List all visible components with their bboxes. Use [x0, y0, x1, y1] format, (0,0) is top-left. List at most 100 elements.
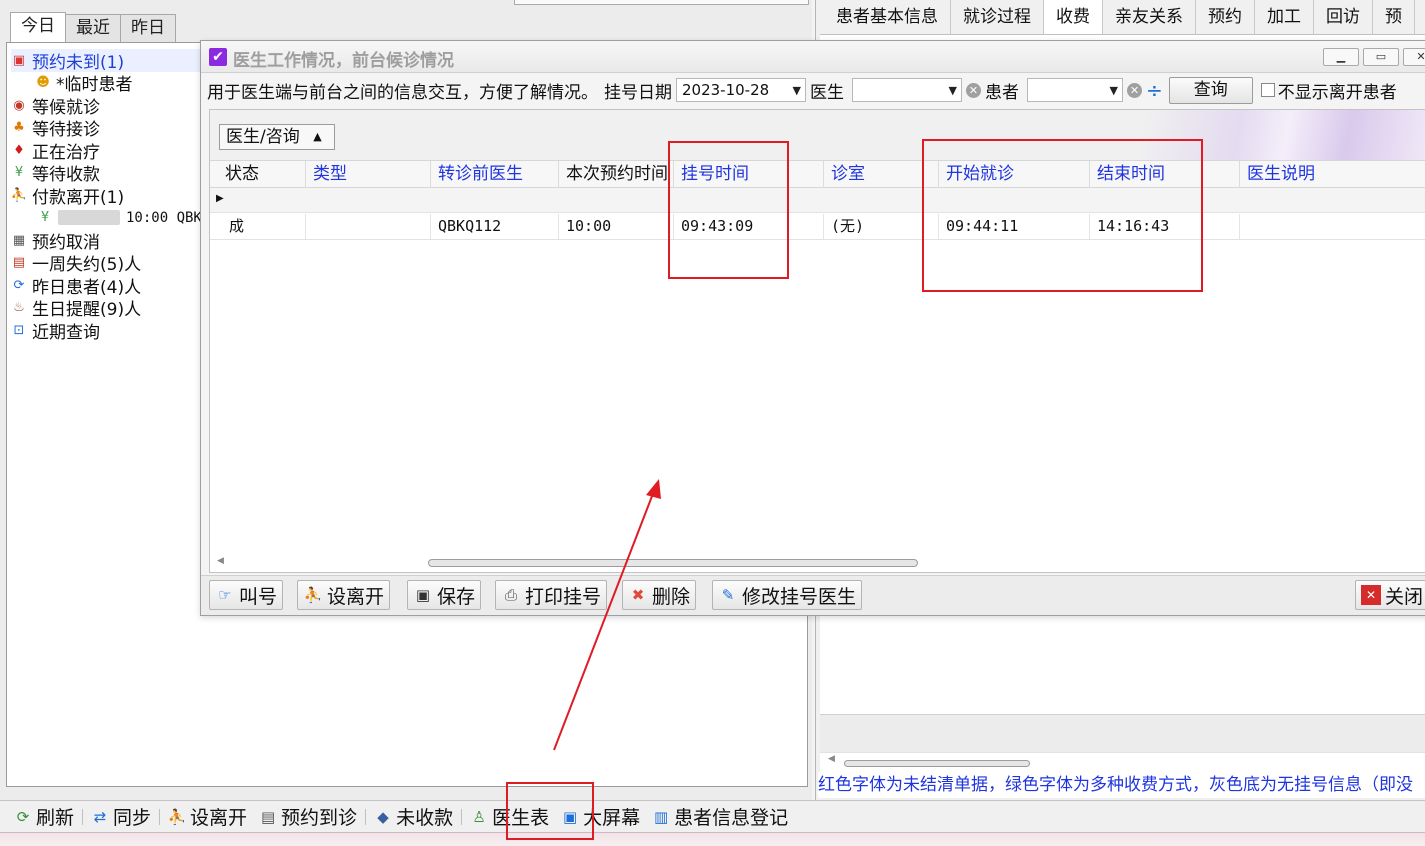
tab-visit-process[interactable]: 就诊过程	[951, 0, 1044, 34]
tab-patient-info[interactable]: 患者基本信息	[824, 0, 951, 34]
walk-icon: ⛹	[167, 807, 187, 826]
button-label: 设离开	[190, 807, 248, 829]
tab-today[interactable]: 今日	[10, 12, 66, 42]
dialog-title: 医生工作情况，前台候诊情况	[233, 51, 454, 71]
grid-hscrollbar[interactable]: ◀	[210, 554, 1425, 572]
tab-billing[interactable]: 收费	[1044, 0, 1103, 34]
tree-item-waiting[interactable]: ◉ 等候就诊	[11, 94, 211, 118]
unpaid-button[interactable]: ◆ 未收款	[368, 803, 459, 831]
close-dialog-button[interactable]: ✕ 关闭	[1355, 580, 1425, 610]
col-doctor-note[interactable]: 医生说明	[1240, 161, 1425, 188]
status-edge	[0, 832, 1425, 846]
doctor-table-button[interactable]: ♙ 医生表	[464, 803, 555, 831]
hide-left-label: 不显示离开患者	[1277, 82, 1397, 103]
tree-item-birthday-reminder[interactable]: ♨ 生日提醒(9)人	[11, 297, 211, 320]
table-row[interactable]: 成 QBKQ112 10:00 09:43:09 (无) 09:44:11 14…	[210, 214, 1425, 240]
scroll-thumb[interactable]	[428, 559, 918, 567]
minimize-button[interactable]: ▁	[1323, 48, 1359, 66]
col-prev-doctor[interactable]: 转诊前医生	[431, 161, 559, 188]
tree-item-paid-left[interactable]: ⛹ 付款离开(1)	[11, 184, 211, 208]
button-label: 大屏幕	[583, 807, 641, 829]
tab-follow-up[interactable]: 回访	[1314, 0, 1373, 34]
cell-room: (无)	[824, 214, 939, 239]
tree-item-appointment-missed[interactable]: ▣ 预约未到(1)	[11, 49, 211, 73]
tree-item-awaiting-reception[interactable]: ♣ 等待接诊	[11, 117, 211, 140]
col-room[interactable]: 诊室	[824, 161, 939, 188]
chevron-down-icon[interactable]: ▼	[1110, 84, 1118, 97]
big-screen-button[interactable]: ▣ 大屏幕	[555, 803, 646, 831]
face-icon: ☻	[36, 75, 50, 91]
col-start-time[interactable]: 开始就诊	[939, 161, 1090, 188]
group-row[interactable]: ▶	[210, 188, 1425, 213]
billing-hscrollbar[interactable]: ◀	[820, 752, 1425, 772]
delete-button[interactable]: ✖ 删除	[622, 580, 697, 610]
col-type[interactable]: 类型	[306, 161, 431, 188]
scroll-thumb[interactable]	[844, 760, 1030, 767]
cake-icon: ♨	[13, 300, 25, 316]
close-window-button[interactable]: ✕	[1403, 48, 1425, 66]
chevron-down-icon[interactable]: ▼	[793, 84, 801, 97]
tree-item-label: 付款离开(1)	[32, 187, 125, 208]
toolbar-separator	[365, 808, 367, 825]
tab-appointment[interactable]: 预约	[1196, 0, 1255, 34]
group-by-chip[interactable]: 医生/咨询 ▲	[219, 124, 335, 150]
tree-item-recent-query[interactable]: ⊡ 近期查询	[11, 319, 211, 343]
set-leave-button[interactable]: ⛹ 设离开	[297, 580, 391, 610]
call-icon: ☞	[218, 586, 232, 604]
col-appointment-time[interactable]: 本次预约时间	[559, 161, 674, 188]
clear-icon[interactable]: ✕	[1127, 82, 1142, 98]
tab-yesterday[interactable]: 昨日	[120, 14, 176, 42]
query-button[interactable]: 查询	[1168, 76, 1253, 104]
change-doctor-button[interactable]: ✎ 修改挂号医生	[712, 580, 863, 610]
maximize-button[interactable]: ▭	[1363, 48, 1399, 66]
bottom-toolbar: ⟳ 刷新 ⇄ 同步 ⛹ 设离开 ▤ 预约到诊 ◆ 未收款 ♙ 医生表 ▣ 大屏幕…	[0, 800, 1425, 832]
button-label: 刷新	[36, 807, 75, 829]
dialog-titlebar: ✔ 医生工作情况，前台候诊情况 ▁ ▭ ✕	[201, 41, 1425, 73]
clear-icon[interactable]: ✕	[966, 82, 981, 98]
col-status[interactable]: 状态	[210, 161, 306, 188]
tree-item-awaiting-payment[interactable]: ¥ 等待收款	[11, 162, 211, 185]
sort-up-icon[interactable]: ▲	[313, 125, 321, 149]
hide-left-checkbox[interactable]	[1260, 83, 1275, 97]
col-register-time[interactable]: 挂号时间	[674, 161, 824, 188]
tab-more[interactable]: 预	[1373, 0, 1415, 34]
divide-icon[interactable]: ÷	[1146, 78, 1163, 102]
tab-recent[interactable]: 最近	[65, 14, 121, 42]
clipboard-icon: ▥	[654, 807, 669, 826]
chevron-down-icon[interactable]: ▼	[949, 84, 957, 97]
call-number-button[interactable]: ☞ 叫号	[209, 580, 284, 610]
doctor-icon: ♣	[13, 120, 25, 136]
tree-item-yesterday-patients[interactable]: ⟳ 昨日患者(4)人	[11, 274, 211, 298]
save-button[interactable]: ▣ 保存	[407, 580, 482, 610]
tree-item-patient-record[interactable]: ¥ 10:00 QBK	[11, 207, 211, 230]
date-picker[interactable]: 2023-10-28 ▼	[676, 78, 806, 102]
button-label: 关闭	[1385, 585, 1424, 608]
doctor-icon: ♙	[472, 807, 486, 826]
tree-item-label: 预约未到(1)	[32, 52, 125, 73]
tag-icon: ◆	[377, 807, 389, 826]
doctor-select[interactable]: ▼	[852, 78, 962, 102]
tree-item-appointment-cancelled[interactable]: ▦ 预约取消	[11, 229, 211, 253]
print-register-button[interactable]: ⎙ 打印挂号	[495, 580, 608, 610]
tab-relatives[interactable]: 亲友关系	[1103, 0, 1196, 34]
cell-start-time: 09:44:11	[939, 214, 1090, 239]
tree-item-in-treatment[interactable]: ♦ 正在治疗	[11, 139, 211, 163]
col-end-time[interactable]: 结束时间	[1090, 161, 1240, 188]
tree-item-week-missed[interactable]: ▤ 一周失约(5)人	[11, 252, 211, 275]
filter-bar: 用于医生端与前台之间的信息交互，方便了解情况。 挂号日期 2023-10-28 …	[201, 73, 1425, 107]
set-leave-button[interactable]: ⛹ 设离开	[162, 803, 253, 831]
grid-header: 状态 类型 转诊前医生 本次预约时间 挂号时间 诊室 开始就诊 结束时间 医生说…	[210, 160, 1425, 188]
patient-register-button[interactable]: ▥ 患者信息登记	[646, 803, 794, 831]
refresh-button[interactable]: ⟳ 刷新	[8, 803, 80, 831]
patient-select[interactable]: ▼	[1027, 78, 1123, 102]
appointment-arrival-button[interactable]: ▤ 预约到诊	[253, 803, 363, 831]
sync-button[interactable]: ⇄ 同步	[85, 803, 157, 831]
scroll-left-icon[interactable]: ◀	[217, 556, 224, 566]
tab-processing[interactable]: 加工	[1255, 0, 1314, 34]
scroll-left-icon[interactable]: ◀	[828, 754, 835, 764]
button-label: 预约到诊	[281, 807, 358, 829]
check-icon: ✔	[209, 48, 227, 66]
edit-doctor-icon: ✎	[721, 586, 735, 604]
top-strip	[514, 0, 809, 5]
tree-item-temp-patient[interactable]: ☻ *临时患者	[11, 72, 211, 95]
